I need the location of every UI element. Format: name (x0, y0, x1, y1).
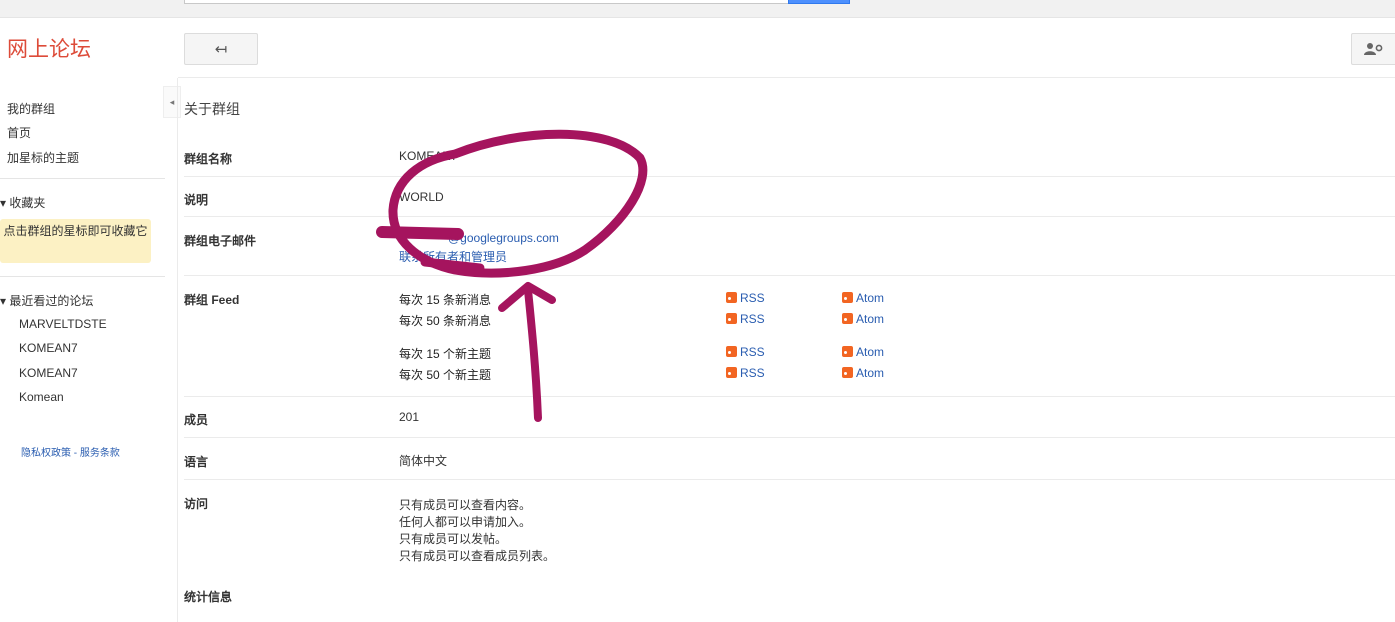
annotation-scribble (420, 257, 485, 273)
annotation-arrow (524, 286, 542, 422)
handdrawn-annotation (376, 129, 648, 422)
annotation-circle (388, 129, 648, 278)
annotation-scribble (376, 226, 464, 240)
